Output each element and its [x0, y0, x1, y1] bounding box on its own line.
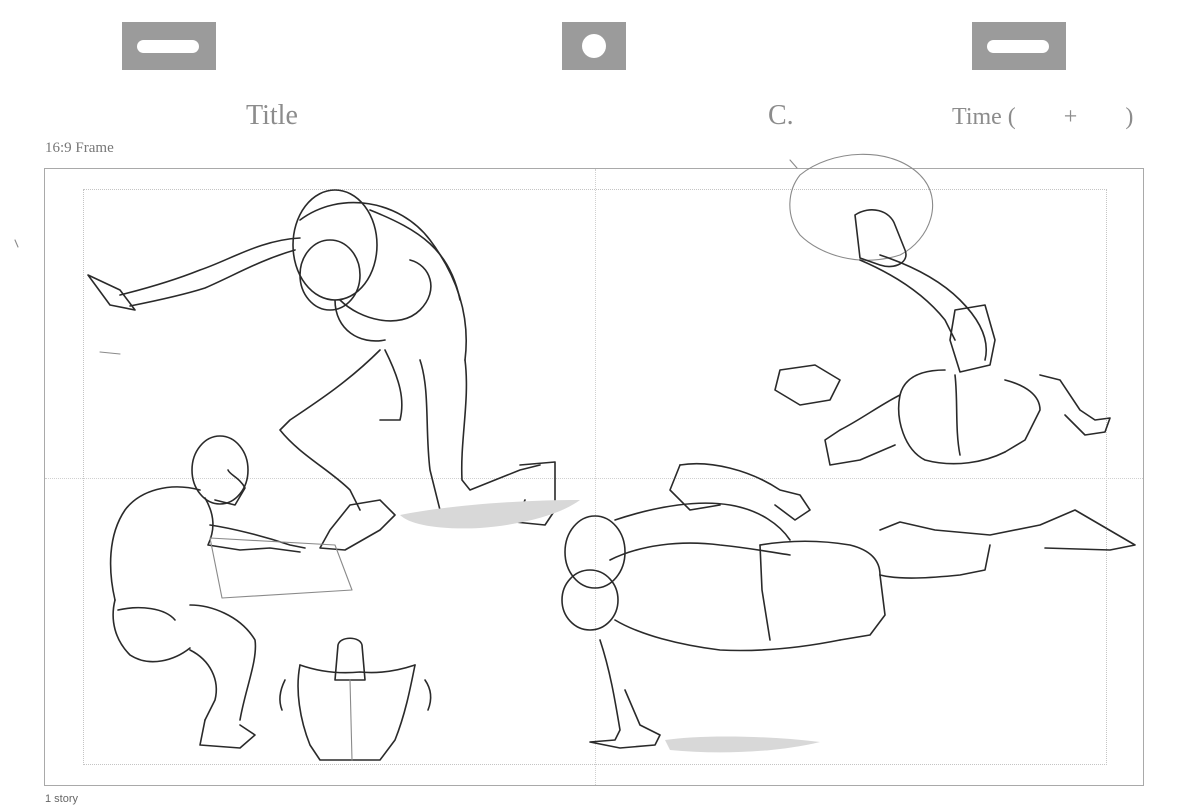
crouching-figure	[109, 435, 353, 749]
kneeling-figure	[87, 189, 580, 551]
top-down-figure	[279, 637, 432, 761]
sketch-layer	[14, 153, 1136, 761]
breakdance-figure	[561, 462, 1136, 753]
story-label: 1 story	[45, 793, 79, 805]
stray-marks	[14, 159, 798, 355]
leaping-figure	[774, 153, 1111, 466]
